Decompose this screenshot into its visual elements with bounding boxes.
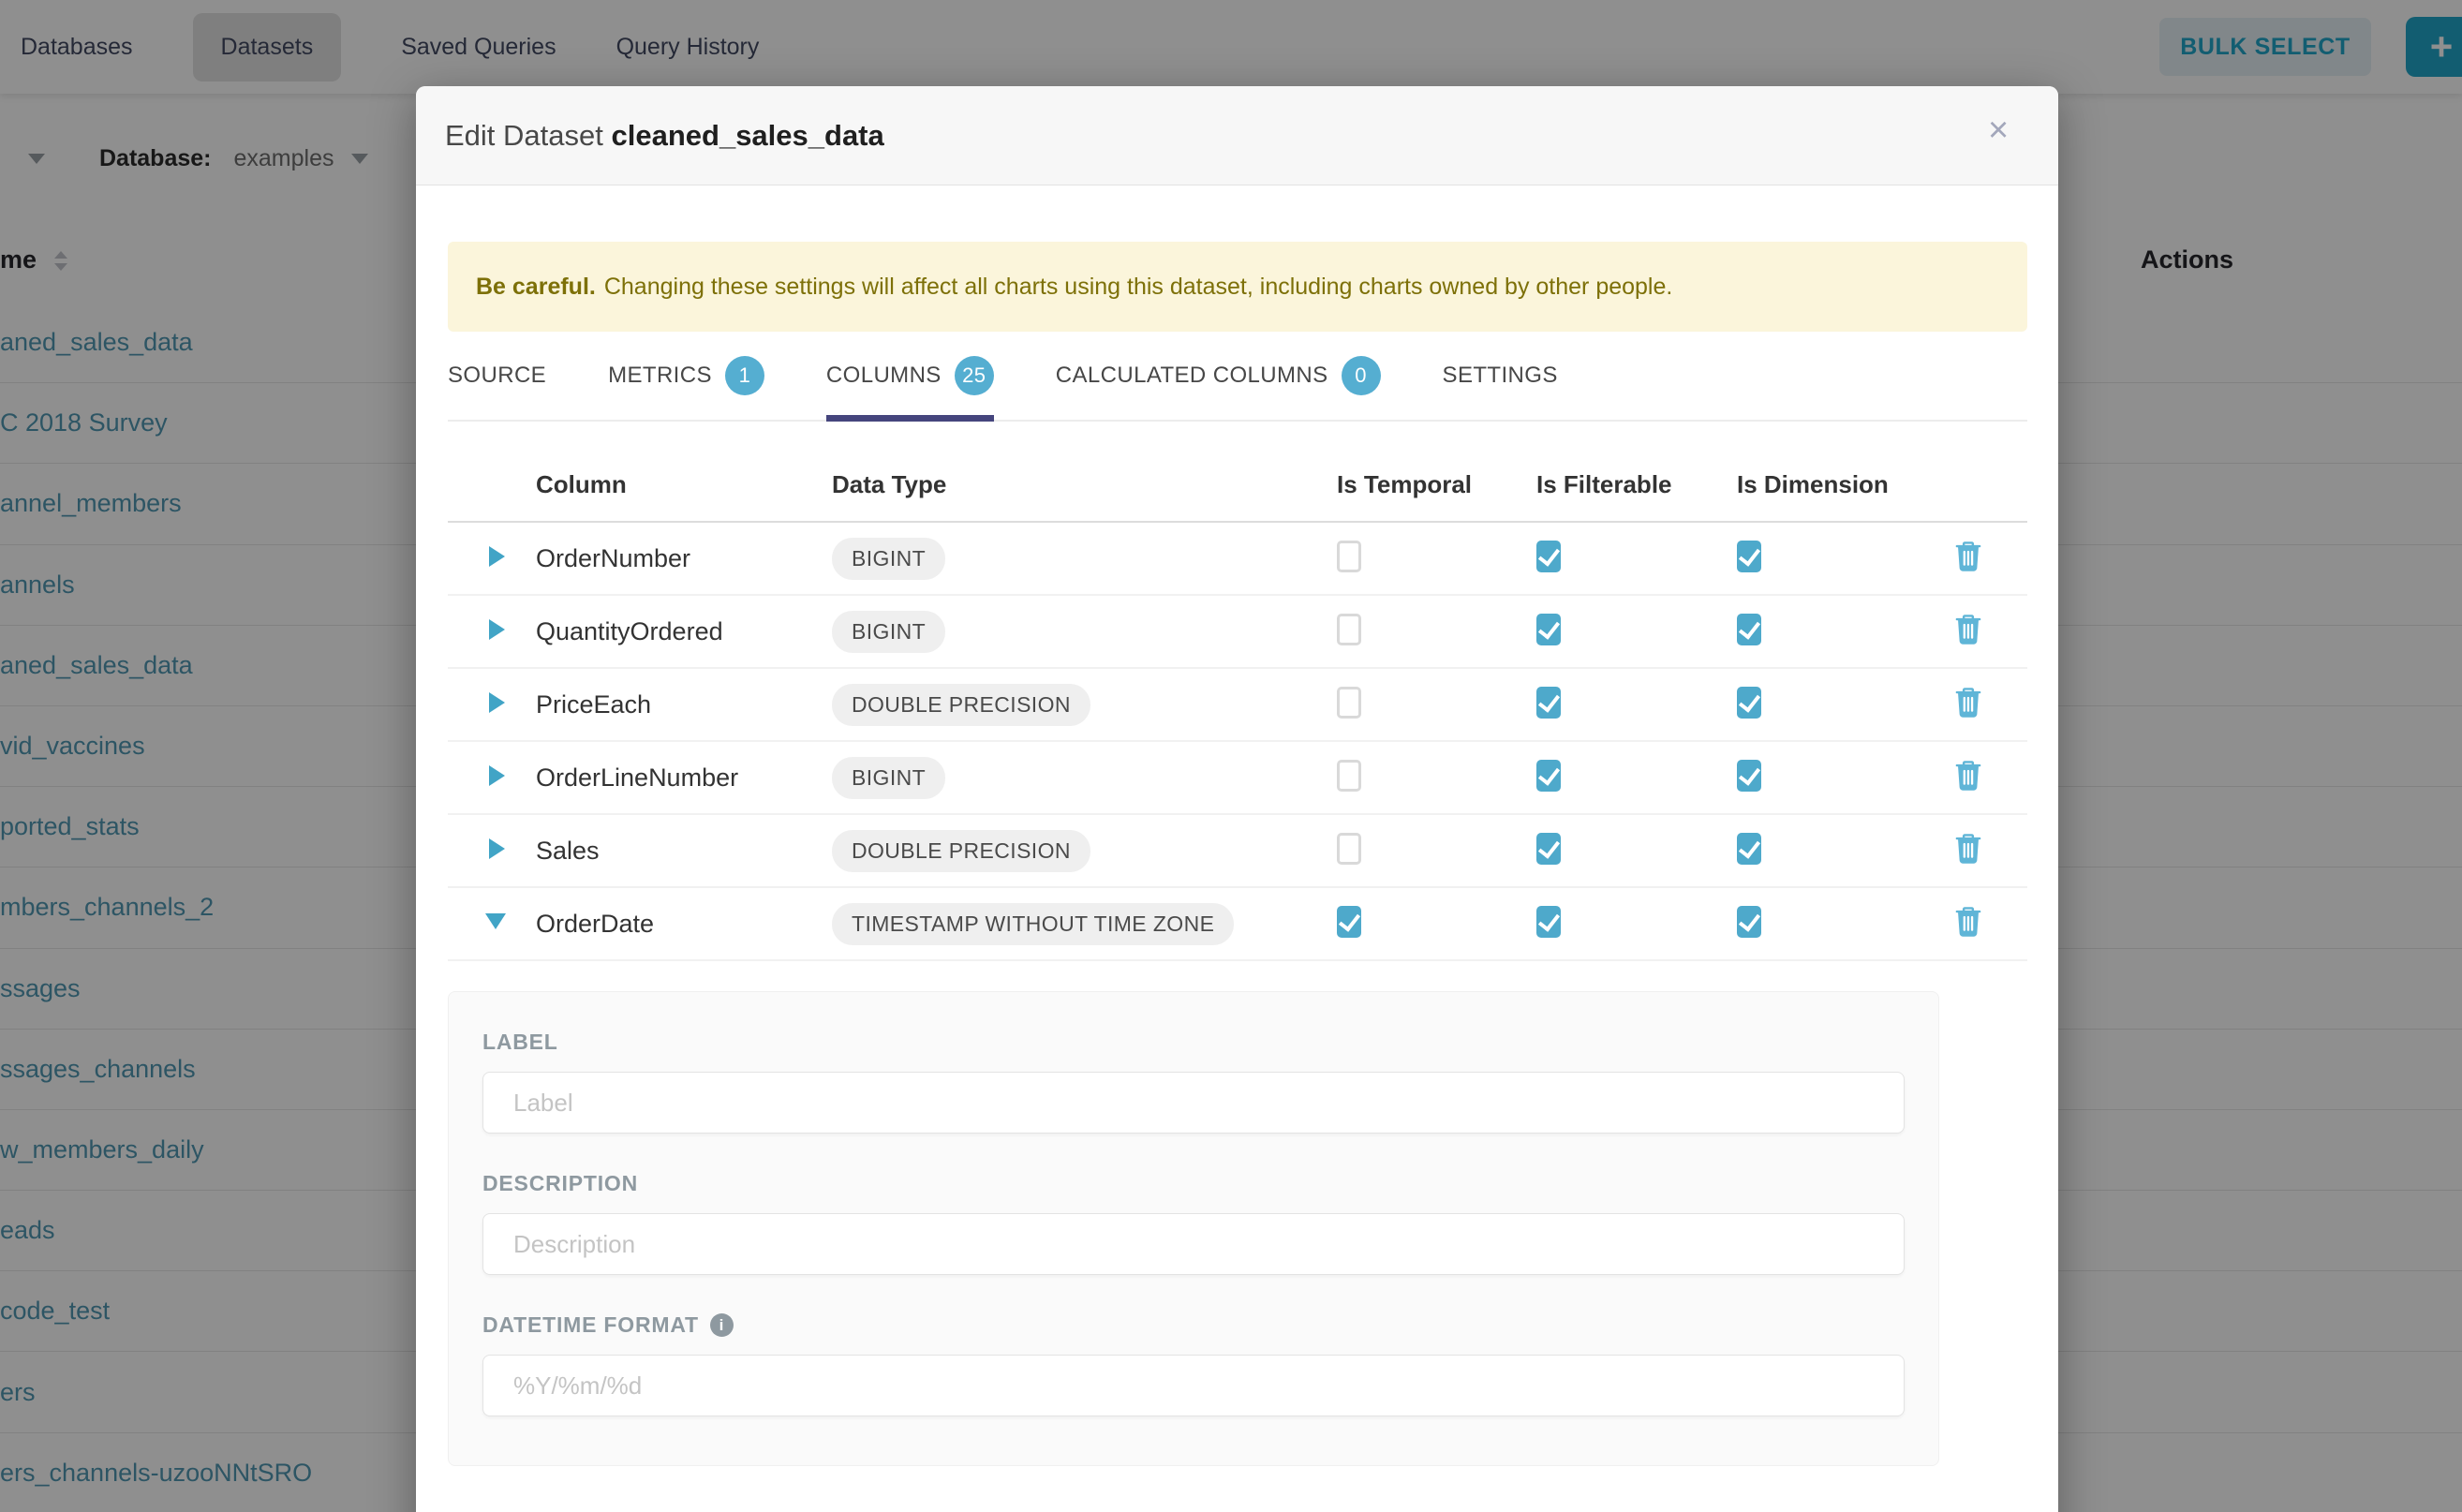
header-is-dimension: Is Dimension bbox=[1737, 470, 1909, 499]
close-icon[interactable]: × bbox=[1988, 112, 2009, 148]
is-temporal-checkbox[interactable] bbox=[1337, 760, 1361, 792]
expand-caret-icon[interactable] bbox=[489, 619, 505, 640]
column-row: Sales DOUBLE PRECISION bbox=[448, 815, 2027, 888]
is-dimension-checkbox[interactable] bbox=[1737, 760, 1761, 792]
tab-label: COLUMNS bbox=[826, 363, 942, 389]
column-detail-panel: LABEL DESCRIPTION DATETIME FORMAT i bbox=[448, 991, 1939, 1466]
data-type-pill: BIGINT bbox=[832, 538, 945, 580]
columns-table-header: ColumnData TypeIs TemporalIs FilterableI… bbox=[448, 448, 2027, 523]
is-dimension-checkbox[interactable] bbox=[1737, 833, 1761, 865]
delete-column-icon[interactable] bbox=[1954, 614, 1982, 650]
column-name: OrderDate bbox=[536, 910, 832, 939]
tab-label: METRICS bbox=[608, 363, 712, 389]
is-temporal-checkbox[interactable] bbox=[1337, 541, 1361, 572]
columns-table-body: OrderNumber BIGINT bbox=[448, 523, 2027, 961]
is-filterable-checkbox[interactable] bbox=[1536, 833, 1561, 865]
edit-dataset-modal: Edit Dataset cleaned_sales_data × Be car… bbox=[416, 86, 2058, 1512]
is-filterable-checkbox[interactable] bbox=[1536, 906, 1561, 938]
is-temporal-checkbox[interactable] bbox=[1337, 833, 1361, 865]
delete-column-icon[interactable] bbox=[1954, 541, 1982, 577]
expand-caret-icon[interactable] bbox=[489, 765, 505, 786]
column-name: PriceEach bbox=[536, 690, 832, 719]
tab-metrics[interactable]: METRICS 1 bbox=[608, 356, 764, 420]
description-input[interactable] bbox=[482, 1213, 1905, 1275]
delete-column-icon[interactable] bbox=[1954, 833, 1982, 869]
modal-title-dataset-name: cleaned_sales_data bbox=[612, 119, 884, 152]
delete-column-icon[interactable] bbox=[1954, 906, 1982, 942]
is-filterable-checkbox[interactable] bbox=[1536, 541, 1561, 572]
tab-bar: SOURCE METRICS 1 COLUMNS 25 CALCULATED C… bbox=[448, 356, 2027, 422]
column-name: Sales bbox=[536, 837, 832, 866]
data-type-pill: TIMESTAMP WITHOUT TIME ZONE bbox=[832, 903, 1234, 945]
description-field-label: DESCRIPTION bbox=[482, 1171, 1905, 1196]
column-row: OrderLineNumber BIGINT bbox=[448, 742, 2027, 815]
is-dimension-checkbox[interactable] bbox=[1737, 614, 1761, 645]
is-temporal-checkbox[interactable] bbox=[1337, 614, 1361, 645]
label-field-label: LABEL bbox=[482, 1030, 1905, 1055]
tab-calculated-columns[interactable]: CALCULATED COLUMNS 0 bbox=[1056, 356, 1381, 420]
delete-column-icon[interactable] bbox=[1954, 687, 1982, 723]
delete-column-icon[interactable] bbox=[1954, 760, 1982, 796]
is-filterable-checkbox[interactable] bbox=[1536, 614, 1561, 645]
modal-header: Edit Dataset cleaned_sales_data × bbox=[416, 86, 2058, 185]
column-row: OrderDate TIMESTAMP WITHOUT TIME ZONE bbox=[448, 888, 2027, 961]
header-is-temporal: Is Temporal bbox=[1337, 470, 1536, 499]
header-data-type: Data Type bbox=[832, 470, 1337, 499]
is-temporal-checkbox[interactable] bbox=[1337, 906, 1361, 938]
tab-label: SOURCE bbox=[448, 363, 546, 389]
is-dimension-checkbox[interactable] bbox=[1737, 541, 1761, 572]
column-name: OrderLineNumber bbox=[536, 763, 832, 793]
expand-caret-icon[interactable] bbox=[489, 838, 505, 859]
column-row: PriceEach DOUBLE PRECISION bbox=[448, 669, 2027, 742]
data-type-pill: DOUBLE PRECISION bbox=[832, 830, 1090, 872]
tab-count-badge: 25 bbox=[955, 356, 994, 395]
warning-bold-text: Be careful. bbox=[476, 274, 596, 301]
modal-body: Be careful. Changing these settings will… bbox=[416, 242, 2058, 1466]
datetime-format-input[interactable] bbox=[482, 1355, 1905, 1416]
is-temporal-checkbox[interactable] bbox=[1337, 687, 1361, 719]
expand-caret-icon[interactable] bbox=[489, 692, 505, 713]
info-icon[interactable]: i bbox=[710, 1313, 734, 1337]
is-filterable-checkbox[interactable] bbox=[1536, 760, 1561, 792]
datetime-format-label-text: DATETIME FORMAT bbox=[482, 1312, 699, 1338]
column-name: OrderNumber bbox=[536, 544, 832, 573]
tab-columns[interactable]: COLUMNS 25 bbox=[826, 356, 994, 420]
data-type-pill: BIGINT bbox=[832, 757, 945, 799]
data-type-pill: BIGINT bbox=[832, 611, 945, 653]
columns-table: ColumnData TypeIs TemporalIs FilterableI… bbox=[448, 448, 2027, 961]
warning-text: Changing these settings will affect all … bbox=[604, 274, 1673, 301]
column-row: OrderNumber BIGINT bbox=[448, 523, 2027, 596]
tab-count-badge: 1 bbox=[725, 356, 764, 395]
datetime-format-field-label: DATETIME FORMAT i bbox=[482, 1312, 1905, 1338]
expand-caret-icon[interactable] bbox=[489, 546, 505, 567]
tab-source[interactable]: SOURCE bbox=[448, 356, 546, 420]
column-row: QuantityOrdered BIGINT bbox=[448, 596, 2027, 669]
tab-count-badge: 0 bbox=[1342, 356, 1381, 395]
tab-label: SETTINGS bbox=[1443, 363, 1558, 389]
screen: Databases Datasets Saved Queries Query H… bbox=[0, 0, 2462, 1512]
modal-title: Edit Dataset cleaned_sales_data bbox=[445, 119, 884, 153]
data-type-pill: DOUBLE PRECISION bbox=[832, 684, 1090, 726]
is-dimension-checkbox[interactable] bbox=[1737, 906, 1761, 938]
label-input[interactable] bbox=[482, 1072, 1905, 1134]
is-filterable-checkbox[interactable] bbox=[1536, 687, 1561, 719]
tab-label: CALCULATED COLUMNS bbox=[1056, 363, 1328, 389]
header-column: Column bbox=[536, 470, 832, 499]
tab-settings[interactable]: SETTINGS bbox=[1443, 356, 1558, 420]
header-is-filterable: Is Filterable bbox=[1536, 470, 1737, 499]
warning-banner: Be careful. Changing these settings will… bbox=[448, 242, 2027, 332]
is-dimension-checkbox[interactable] bbox=[1737, 687, 1761, 719]
expand-caret-icon[interactable] bbox=[485, 913, 506, 929]
modal-title-prefix: Edit Dataset bbox=[445, 119, 603, 152]
column-name: QuantityOrdered bbox=[536, 617, 832, 646]
